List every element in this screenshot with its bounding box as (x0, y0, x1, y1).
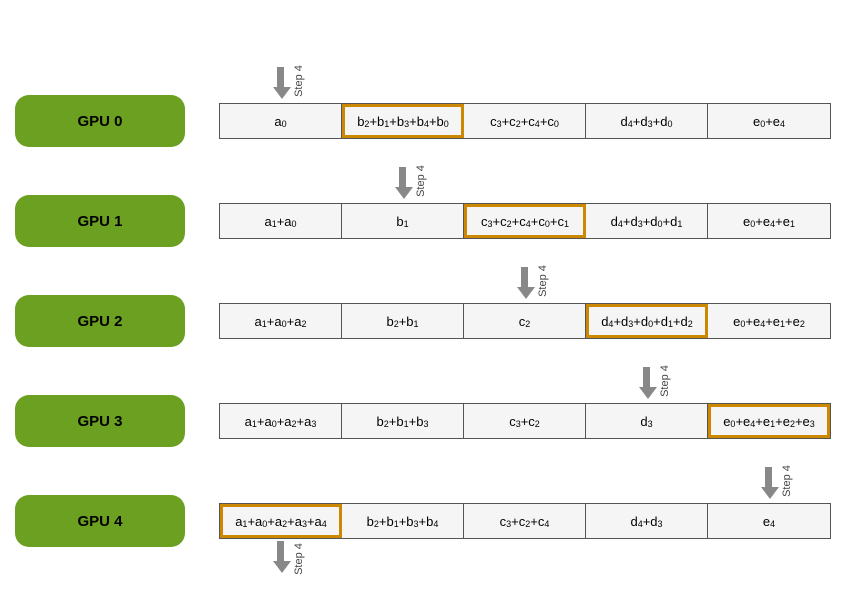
cell-r3-c0: a1+a0+a2+a3 (220, 404, 342, 438)
cell-r1-c1: b1 (342, 204, 464, 238)
cell-r1-c4: e0+e4+e1 (708, 204, 830, 238)
gpu-cells-0: a0b2+b1+b3+b4+b0c3+c2+c4+c0d4+d3+d0e0+e4 (219, 103, 831, 139)
gpu-row-2: GPU 2 a1+a0+a2b2+b1c2d4+d3+d0+d1+d2e0+e4+… (15, 295, 831, 347)
arrow-into-r0-c0 (273, 67, 287, 97)
cell-r4-c3: d4+d3 (586, 504, 708, 538)
cell-r0-c1: b2+b1+b3+b4+b0 (342, 104, 464, 138)
cell-r4-c4: e4 (708, 504, 830, 538)
gpu-label-3: GPU 3 (15, 395, 185, 447)
cell-r3-c2: c3+c2 (464, 404, 586, 438)
gpu-label-0: GPU 0 (15, 95, 185, 147)
arrow-into-r1-c1 (395, 167, 409, 197)
cell-r2-c4: e0+e4+e1+e2 (708, 304, 830, 338)
gpu-cells-1: a1+a0b1c3+c2+c4+c0+c1d4+d3+d0+d1e0+e4+e1 (219, 203, 831, 239)
cell-r4-c1: b2+b1+b3+b4 (342, 504, 464, 538)
cell-r4-c0: a1+a0+a2+a3+a4 (220, 504, 342, 538)
arrow-into-r4-c4 (761, 467, 775, 497)
step-label-last: Step 4 (293, 543, 305, 575)
cell-r2-c2: c2 (464, 304, 586, 338)
gpu-label-4: GPU 4 (15, 495, 185, 547)
gpu-row-1: GPU 1 a1+a0b1c3+c2+c4+c0+c1d4+d3+d0+d1e0+… (15, 195, 831, 247)
cell-r0-c4: e0+e4 (708, 104, 830, 138)
step-label-1: Step 4 (415, 165, 427, 197)
cell-r0-c0: a0 (220, 104, 342, 138)
cell-r0-c3: d4+d3+d0 (586, 104, 708, 138)
cell-r3-c4: e0+e4+e1+e2+e3 (708, 404, 830, 438)
gpu-row-4: GPU 4 a1+a0+a2+a3+a4b2+b1+b3+b4c3+c2+c4d4… (15, 495, 831, 547)
arrow-into-r2-c2 (517, 267, 531, 297)
gpu-cells-4: a1+a0+a2+a3+a4b2+b1+b3+b4c3+c2+c4d4+d3e4 (219, 503, 831, 539)
arrow-into-r3-c3 (639, 367, 653, 397)
cell-r4-c2: c3+c2+c4 (464, 504, 586, 538)
cell-r3-c3: d3 (586, 404, 708, 438)
step-label-4: Step 4 (781, 465, 793, 497)
gpu-label-1: GPU 1 (15, 195, 185, 247)
step-label-2: Step 4 (537, 265, 549, 297)
gpu-label-2: GPU 2 (15, 295, 185, 347)
cell-r1-c3: d4+d3+d0+d1 (586, 204, 708, 238)
cell-r3-c1: b2+b1+b3 (342, 404, 464, 438)
step-label-3: Step 4 (659, 365, 671, 397)
cell-r2-c0: a1+a0+a2 (220, 304, 342, 338)
cell-r0-c2: c3+c2+c4+c0 (464, 104, 586, 138)
cell-r2-c3: d4+d3+d0+d1+d2 (586, 304, 708, 338)
step-label-0: Step 4 (293, 65, 305, 97)
gpu-row-3: GPU 3 a1+a0+a2+a3b2+b1+b3c3+c2d3e0+e4+e1+… (15, 395, 831, 447)
gpu-cells-3: a1+a0+a2+a3b2+b1+b3c3+c2d3e0+e4+e1+e2+e3 (219, 403, 831, 439)
gpu-cells-2: a1+a0+a2b2+b1c2d4+d3+d0+d1+d2e0+e4+e1+e2 (219, 303, 831, 339)
arrow-below-last (273, 541, 287, 571)
gpu-row-0: GPU 0 a0b2+b1+b3+b4+b0c3+c2+c4+c0d4+d3+d0… (15, 95, 831, 147)
cell-r1-c2: c3+c2+c4+c0+c1 (464, 204, 586, 238)
cell-r1-c0: a1+a0 (220, 204, 342, 238)
cell-r2-c1: b2+b1 (342, 304, 464, 338)
